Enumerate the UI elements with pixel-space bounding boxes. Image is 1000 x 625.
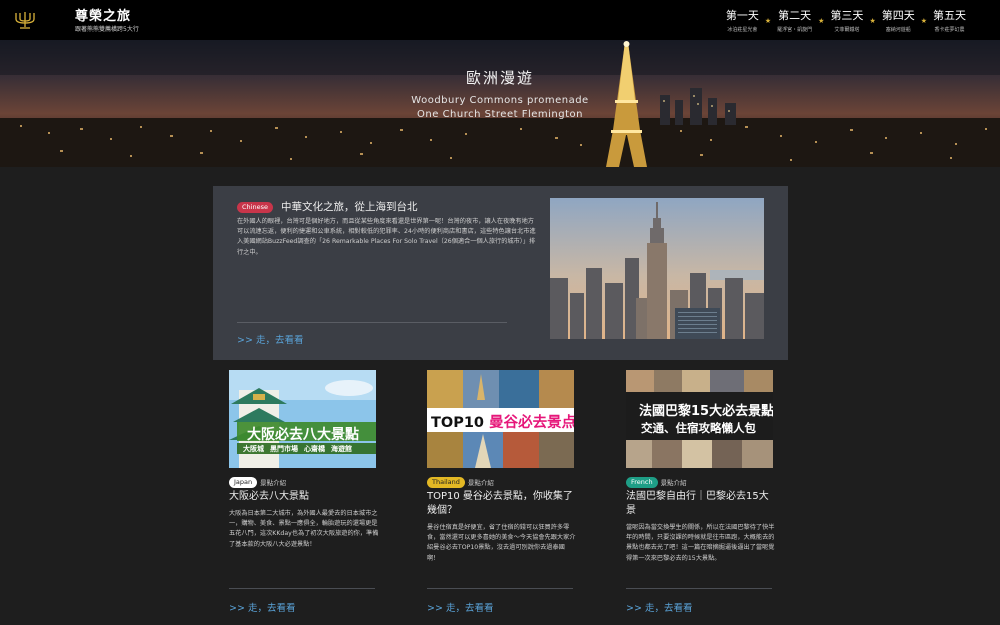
nav-day-1[interactable]: 第一天 冰泊莊星光會 <box>726 7 759 33</box>
featured-read-more-link[interactable]: >> 走，去看看 <box>237 332 303 346</box>
bangkok-banner-image[interactable]: TOP10 曼谷必去景点 <box>427 370 574 468</box>
article-card-bangkok: TOP10 曼谷必去景点 Thailand 景點介紹 TOP10 曼谷必去景點，… <box>427 370 577 625</box>
card-title[interactable]: 大阪必去八大景點 <box>229 490 379 504</box>
star-icon: ★ <box>764 17 772 25</box>
card-tag-row: Thailand 景點介紹 <box>427 476 494 488</box>
nav-day-2-subtitle: 羅浮宮・凱旋門 <box>777 27 813 33</box>
paris-banner-subtitle: 交通、住宿攻略懶人包 <box>641 421 756 435</box>
day-navigation: 第一天 冰泊莊星光會 ★ 第二天 羅浮宮・凱旋門 ★ 第三天 艾菲爾鐵塔 ★ 第… <box>726 7 966 33</box>
star-icon: ★ <box>869 17 876 25</box>
card-read-more-link[interactable]: >> 走，去看看 <box>427 600 493 614</box>
divider <box>626 588 772 589</box>
top-header: 尊榮之旅 跟著熊熊雙薦橫跨5大行 第一天 冰泊莊星光會 ★ 第二天 羅浮宮・凱旋… <box>0 0 1000 40</box>
nav-day-5-subtitle: 香卡莊夢幻農 <box>934 27 965 33</box>
bangkok-banner-title: TOP10 曼谷必去景点 <box>431 415 574 431</box>
brand-title[interactable]: 尊榮之旅 <box>75 5 131 24</box>
card-read-more-link[interactable]: >> 走，去看看 <box>626 600 692 614</box>
paris-banner-title: 法國巴黎15大必去景點 <box>639 404 773 419</box>
divider <box>237 322 507 323</box>
osaka-banner-title: 大阪必去八大景點 <box>247 427 359 443</box>
card-tag-note: 景點介紹 <box>260 479 287 487</box>
card-tag-badge[interactable]: Japan <box>229 476 258 488</box>
banner-tag: 心齋橋 <box>304 445 325 453</box>
hero-title: 歐洲漫遊 <box>465 69 534 87</box>
osaka-banner-image[interactable]: 大阪必去八大景點 大阪城 黑門市場 心齋橋 海遊館 <box>229 370 376 468</box>
card-tag-note: 景點介紹 <box>660 479 687 487</box>
banner-tag: 海遊館 <box>331 445 352 453</box>
card-tag-badge[interactable]: French <box>626 476 658 488</box>
card-tag-badge[interactable]: Thailand <box>427 476 465 488</box>
new-york-skyline-photo[interactable] <box>550 198 764 339</box>
nav-day-5-title: 第五天 <box>933 9 966 22</box>
divider <box>229 588 375 589</box>
card-tag-note: 景點介紹 <box>467 479 494 487</box>
card-body: 當呢因為當交換學生的關係，所以在法國巴黎待了快半年的時間，只要沒課的時候就是往市… <box>626 524 775 562</box>
nav-day-5[interactable]: 第五天 香卡莊夢幻農 <box>933 7 966 33</box>
nav-day-2-title: 第二天 <box>778 9 812 22</box>
card-body: 大阪為日本第二大城市，為外國人最愛去的日本城市之一，購物、美食、景點一應俱全，輪… <box>229 510 379 548</box>
nav-day-3-subtitle: 艾菲爾鐵塔 <box>834 27 860 33</box>
card-title[interactable]: 法國巴黎自由行｜巴黎必去15大景 <box>626 490 776 518</box>
featured-tag-badge[interactable]: Chinese <box>237 202 273 213</box>
star-icon: ★ <box>920 17 927 25</box>
card-tag-row: Japan 景點介紹 <box>229 476 286 488</box>
nav-day-1-subtitle: 冰泊莊星光會 <box>727 27 758 33</box>
banner-tag: 黑門市場 <box>270 445 298 453</box>
banner-tag: 大阪城 <box>243 445 264 453</box>
card-title[interactable]: TOP10 曼谷必去景點，你收集了幾個？ <box>427 490 577 518</box>
paris-banner-image[interactable]: 法國巴黎15大必去景點 交通、住宿攻略懶人包 <box>626 370 773 468</box>
nav-day-1-title: 第一天 <box>725 9 759 22</box>
nav-day-4-subtitle: 塞納河遊船 <box>885 27 911 33</box>
card-read-more-link[interactable]: >> 走，去看看 <box>229 600 295 614</box>
star-icon: ★ <box>818 17 825 25</box>
hero-line-2: One Church Street Flemington <box>417 109 583 120</box>
nav-day-4-title: 第四天 <box>881 9 915 22</box>
article-card-paris: 法國巴黎15大必去景點 交通、住宿攻略懶人包 French 景點介紹 法國巴黎自… <box>626 370 776 625</box>
divider <box>427 588 573 589</box>
featured-article: Chinese 中華文化之旅，從上海到台北 在外國人的眼裡，台灣可是個好地方，而… <box>213 186 788 360</box>
candelabra-icon[interactable] <box>14 10 36 30</box>
hero-banner: 歐洲漫遊 Woodbury Commons promenade One Chur… <box>0 40 1000 167</box>
featured-body: 在外國人的眼裡，台灣可是個好地方，而且從某些角度來看還是世界第一呢！台灣的夜市，… <box>237 218 536 256</box>
brand-subtitle: 跟著熊熊雙薦橫跨5大行 <box>75 26 139 33</box>
nav-day-3-title: 第三天 <box>830 9 864 22</box>
featured-title[interactable]: 中華文化之旅，從上海到台北 <box>281 199 418 214</box>
nav-day-2[interactable]: 第二天 羅浮宮・凱旋門 <box>777 7 812 33</box>
article-card-osaka: 大阪必去八大景點 大阪城 黑門市場 心齋橋 海遊館 Japan 景點介紹 大阪必… <box>229 370 379 625</box>
nav-day-4[interactable]: 第四天 塞納河遊船 <box>882 7 915 33</box>
osaka-banner-tags: 大阪城 黑門市場 心齋橋 海遊館 <box>243 444 352 454</box>
nav-day-3[interactable]: 第三天 艾菲爾鐵塔 <box>830 7 863 33</box>
hero-line-1: Woodbury Commons promenade <box>411 95 589 106</box>
card-body: 曼谷住宿真是好便宜，省了住宿的錢可以狂買許多零食，當然還可以更多喜她的美食～今天… <box>427 524 576 562</box>
card-tag-row: French 景點介紹 <box>626 476 687 488</box>
